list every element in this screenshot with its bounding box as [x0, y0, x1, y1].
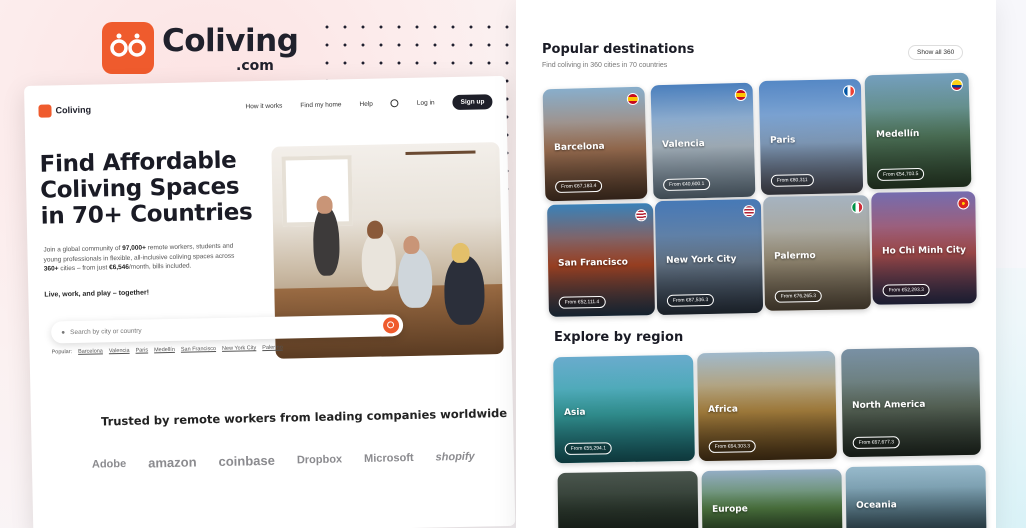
popular-link[interactable]: Paris: [135, 347, 148, 353]
tile-name: Paris: [769, 135, 796, 146]
top-nav: Coliving How it works Find my home Help …: [38, 90, 493, 122]
popular-searches: Popular: Barcelona Valencia Paris Medell…: [52, 345, 283, 356]
tile-price-badge: From €67,183.4: [554, 179, 603, 194]
tile-name: Europe: [711, 503, 748, 515]
tile-price-badge: From €55,294.1: [564, 442, 613, 456]
tile-price-badge: From €52,111.4: [558, 295, 606, 309]
destination-tile[interactable]: Medellín From €54,703.5: [864, 72, 972, 190]
tile-price-badge: From €80,311: [770, 173, 814, 187]
tile-price-badge: From €67,677.3: [852, 436, 901, 450]
destination-tile[interactable]: Oceania: [845, 465, 987, 528]
signup-button[interactable]: Sign up: [452, 93, 493, 110]
tile-name: Oceania: [855, 499, 897, 511]
tile-price-badge: From €87,536.3: [666, 293, 715, 307]
popular-link[interactable]: Barcelona: [78, 348, 103, 355]
destination-tile[interactable]: Europe: [701, 469, 843, 528]
destinations-subtitle: Find coliving in 360 cities in 70 countr…: [542, 62, 668, 69]
shopify-logo: shopify: [435, 450, 475, 463]
trusted-title: Trusted by remote workers from leading c…: [100, 405, 508, 429]
dropbox-logo: Dropbox: [296, 452, 343, 466]
tile-price-badge: From €40,600.1: [662, 177, 711, 192]
tile-name: Valencia: [661, 138, 705, 150]
brand-tld: .com: [236, 58, 274, 74]
destinations-title: Popular destinations: [542, 42, 695, 57]
destination-tile[interactable]: [557, 471, 699, 528]
tile-name: North America: [851, 399, 926, 411]
popular-label: Popular:: [51, 349, 73, 356]
tile-name: Asia: [563, 407, 586, 418]
destination-tile[interactable]: Barcelona From €67,183.4: [542, 86, 648, 202]
destination-tile[interactable]: Paris From €80,311: [758, 78, 864, 196]
tile-shade: [845, 465, 987, 528]
popular-link[interactable]: Palermo: [262, 345, 283, 351]
tile-price-badge: From €54,703.5: [876, 167, 925, 182]
tile-price-badge: From €64,303.3: [708, 440, 757, 454]
tile-name: New York City: [665, 254, 737, 266]
company-logos: Adobe amazon coinbase Dropbox Microsoft …: [92, 449, 475, 472]
hero-title: Find Affordable Coliving Spaces in 70+ C…: [39, 147, 253, 230]
homepage-preview: Coliving How it works Find my home Help …: [24, 75, 516, 528]
search-input[interactable]: Search by city or country: [70, 327, 142, 335]
popular-link[interactable]: New York City: [222, 345, 256, 352]
popular-link[interactable]: Medellín: [154, 347, 175, 353]
region-title: Explore by region: [554, 330, 684, 345]
microsoft-logo: Microsoft: [363, 451, 414, 465]
destination-tile[interactable]: Africa From €64,303.3: [697, 350, 837, 462]
hero-tagline: Live, work, and play – together!: [44, 289, 150, 299]
coliving-logo-icon: [102, 22, 154, 74]
destination-tile[interactable]: North America From €67,677.3: [841, 346, 981, 458]
destination-tile[interactable]: New York City From €87,536.3: [654, 198, 764, 316]
tile-name: Africa: [707, 404, 738, 415]
popular-link[interactable]: Valencia: [109, 348, 130, 354]
nav-help[interactable]: Help: [359, 100, 373, 107]
tile-shade: [701, 469, 843, 528]
globe-icon[interactable]: [390, 99, 399, 108]
destination-tile[interactable]: Palermo From €76,265.3: [763, 195, 871, 311]
search-button-icon[interactable]: [382, 317, 400, 334]
tile-name: Palermo: [773, 250, 816, 262]
tile-price-badge: From €76,265.3: [774, 289, 823, 303]
amazon-logo: amazon: [147, 454, 197, 471]
destination-tile[interactable]: San Francisco From €52,111.4: [547, 203, 655, 317]
vietnam-flag-icon: [957, 197, 970, 210]
tile-name: Medellín: [875, 128, 920, 140]
destination-tile[interactable]: Valencia From €40,600.1: [650, 82, 756, 200]
popular-link[interactable]: San Francisco: [181, 346, 216, 353]
tile-name: Barcelona: [553, 141, 605, 153]
hero-description: Join a global community of 97,000+ remot…: [43, 242, 235, 273]
logo-mark-icon: [110, 33, 146, 57]
mini-logo-icon[interactable]: [38, 103, 52, 118]
location-pin-icon: ●: [61, 328, 66, 336]
tile-name: San Francisco: [557, 257, 629, 269]
brand-name: Coliving: [162, 23, 299, 59]
adobe-logo: Adobe: [91, 457, 127, 471]
show-all-button[interactable]: Show all 360: [908, 45, 964, 60]
login-link[interactable]: Log in: [417, 99, 435, 106]
destination-tile[interactable]: Asia From €55,294.1: [553, 354, 695, 464]
destinations-preview: Popular destinations Find coliving in 36…: [516, 0, 996, 528]
coinbase-logo: coinbase: [218, 452, 276, 470]
nav-logo-text[interactable]: Coliving: [55, 105, 91, 116]
destination-tile[interactable]: Ho Chi Minh City From €52,293.3: [871, 191, 977, 305]
tile-name: Ho Chi Minh City: [881, 245, 967, 257]
nav-how-it-works[interactable]: How it works: [245, 102, 282, 110]
tile-price-badge: From €52,293.3: [882, 283, 930, 297]
nav-find-my-home[interactable]: Find my home: [300, 101, 341, 109]
tile-shade: [557, 471, 699, 528]
